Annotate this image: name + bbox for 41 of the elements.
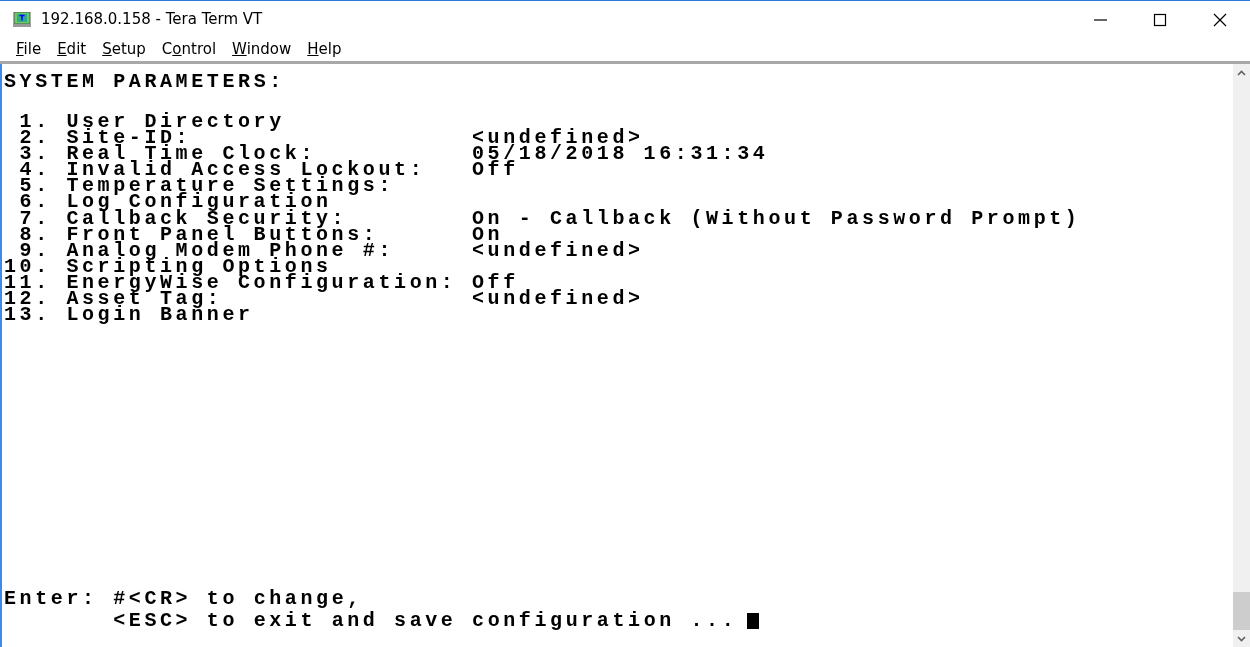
- maximize-icon: [1153, 12, 1167, 27]
- option-number: 10.: [4, 258, 51, 275]
- menu-item[interactable]: File: [8, 38, 50, 61]
- terminal-app-icon: [13, 11, 31, 28]
- option-number: 9.: [19, 242, 51, 259]
- minimize-icon: [1093, 18, 1107, 21]
- option-label: Callback Security:: [66, 210, 348, 227]
- option-number: 6.: [18, 194, 51, 211]
- option-value: Off: [472, 162, 519, 179]
- menu-item[interactable]: Control: [153, 38, 225, 61]
- option-label: Login Banner: [66, 307, 255, 324]
- option-number: 3.: [18, 146, 51, 163]
- scroll-down-icon[interactable]: [1237, 635, 1246, 642]
- window-title: 192.168.0.158 - Tera Term VT: [41, 9, 263, 31]
- close-icon: [1213, 12, 1227, 27]
- prompt-text: <ESC> to exit and save configuration ...: [112, 613, 738, 634]
- option-value: <undefined>: [472, 291, 644, 308]
- option-value: Off: [472, 274, 519, 292]
- scrollbar[interactable]: [1233, 64, 1250, 647]
- scroll-thumb[interactable]: [1233, 592, 1250, 630]
- option-number: 4.: [18, 162, 51, 179]
- menu-item[interactable]: Help: [299, 38, 350, 61]
- option-number: 11.: [4, 274, 51, 292]
- prompt-text: Enter: #<CR> to change,: [4, 591, 363, 611]
- option-value: On - Callback (Without Password Prompt): [472, 210, 1081, 227]
- menu-item[interactable]: Window: [224, 38, 300, 61]
- menu-item[interactable]: Setup: [94, 38, 154, 61]
- option-number: 13.: [4, 307, 51, 324]
- option-label: Scripting Options: [66, 258, 332, 275]
- option-value: On: [472, 226, 504, 243]
- text-cursor: [747, 613, 760, 629]
- option-number: 8.: [18, 226, 51, 243]
- scroll-up-icon[interactable]: [1237, 69, 1246, 76]
- option-number: 5.: [18, 178, 51, 195]
- menu-item[interactable]: Edit: [49, 38, 95, 61]
- option-number: 12.: [4, 291, 51, 308]
- terminal-heading: SYSTEM PARAMETERS:: [4, 74, 285, 90]
- option-number: 2.: [18, 130, 51, 147]
- option-number: 1.: [18, 114, 51, 131]
- option-number: 7.: [18, 210, 51, 227]
- option-label: EnergyWise Configuration:: [66, 274, 458, 292]
